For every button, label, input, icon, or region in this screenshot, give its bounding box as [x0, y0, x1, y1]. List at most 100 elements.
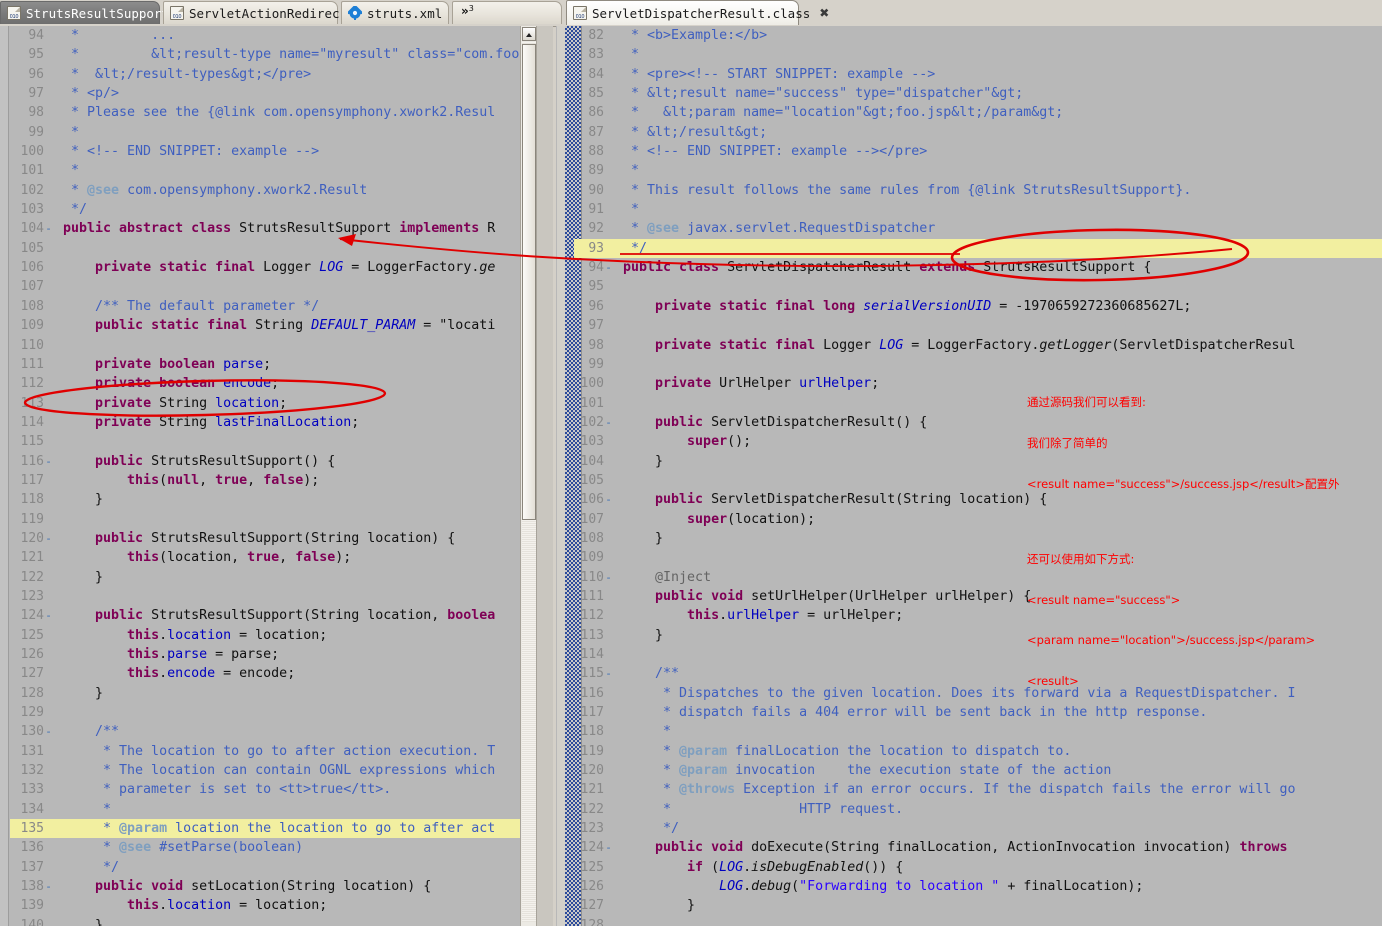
fold-collapse-icon[interactable]: -: [604, 838, 613, 857]
code-line[interactable]: 123 */: [574, 819, 1382, 838]
code-line[interactable]: 89 *: [574, 161, 1382, 180]
left-vertical-scrollbar[interactable]: [520, 26, 537, 926]
tab-overflow-chevron[interactable]: » 3: [452, 1, 562, 24]
code-line[interactable]: 91 *: [574, 200, 1382, 219]
code-line[interactable]: 106 private static final Logger LOG = Lo…: [10, 258, 553, 277]
code-line[interactable]: 132 * The location can contain OGNL expr…: [10, 761, 553, 780]
code-line[interactable]: 124- public void doExecute(String finalL…: [574, 838, 1382, 857]
fold-collapse-icon[interactable]: -: [604, 490, 613, 509]
code-line[interactable]: 120 * @param invocation the execution st…: [574, 761, 1382, 780]
code-line[interactable]: 101 *: [10, 161, 553, 180]
code-line[interactable]: 97: [574, 316, 1382, 335]
code-line[interactable]: 82 * <b>Example:</b>: [574, 26, 1382, 45]
code-line[interactable]: 130- /**: [10, 722, 553, 741]
code-line[interactable]: 126 this.parse = parse;: [10, 645, 553, 664]
code-line[interactable]: 120- public StrutsResultSupport(String l…: [10, 529, 553, 548]
code-line[interactable]: 116- public StrutsResultSupport() {: [10, 452, 553, 471]
code-line[interactable]: 97 * <p/>: [10, 84, 553, 103]
tab-servlet-dispatcher-result-class[interactable]: ServletDispatcherResult.class ✖: [566, 0, 829, 25]
code-line[interactable]: 86 * &lt;param name="location"&gt;foo.js…: [574, 103, 1382, 122]
code-line[interactable]: 85 * &lt;result name="success" type="dis…: [574, 84, 1382, 103]
code-line[interactable]: 105: [10, 239, 553, 258]
code-line[interactable]: 96 * &lt;/result-types&gt;</pre>: [10, 65, 553, 84]
code-token: ,: [199, 472, 216, 488]
code-line[interactable]: 122 }: [10, 568, 553, 587]
code-line[interactable]: 108 /** The default parameter */: [10, 297, 553, 316]
code-line[interactable]: 119 * @param finalLocation the location …: [574, 742, 1382, 761]
code-line[interactable]: 110: [10, 336, 553, 355]
code-line[interactable]: 137 */: [10, 858, 553, 877]
code-line[interactable]: 115: [10, 432, 553, 451]
left-overview-ruler[interactable]: [536, 26, 553, 926]
fold-collapse-icon[interactable]: -: [604, 413, 613, 432]
code-line[interactable]: 127 this.encode = encode;: [10, 664, 553, 683]
code-line[interactable]: 109 public static final String DEFAULT_P…: [10, 316, 553, 335]
code-line[interactable]: 100 * <!-- END SNIPPET: example -->: [10, 142, 553, 161]
code-line[interactable]: 138- public void setLocation(String loca…: [10, 877, 553, 896]
code-line[interactable]: 87 * &lt;/result&gt;: [574, 123, 1382, 142]
code-line[interactable]: 107: [10, 277, 553, 296]
code-line[interactable]: 98 * Please see the {@link com.opensymph…: [10, 103, 553, 122]
code-line[interactable]: 133 * parameter is set to <tt>true</tt>.: [10, 780, 553, 799]
code-line[interactable]: 117 this(null, true, false);: [10, 471, 553, 490]
tab-struts-result-support[interactable]: StrutsResultSupport ✖: [0, 1, 188, 24]
code-line[interactable]: 140 }: [10, 916, 553, 926]
fold-collapse-icon[interactable]: -: [604, 258, 613, 277]
close-icon[interactable]: ✖: [819, 7, 829, 19]
code-line[interactable]: 118 }: [10, 490, 553, 509]
code-line[interactable]: 90 * This result follows the same rules …: [574, 181, 1382, 200]
fold-collapse-icon[interactable]: -: [44, 529, 53, 548]
code-line[interactable]: 95: [574, 277, 1382, 296]
code-line[interactable]: 103 */: [10, 200, 553, 219]
code-line[interactable]: 125 if (LOG.isDebugEnabled()) {: [574, 858, 1382, 877]
code-line[interactable]: 125 this.location = location;: [10, 626, 553, 645]
code-line[interactable]: 111 private boolean parse;: [10, 355, 553, 374]
code-line[interactable]: 83 *: [574, 45, 1382, 64]
code-line[interactable]: 129: [10, 703, 553, 722]
code-line[interactable]: 113 private String location;: [10, 394, 553, 413]
scroll-thumb[interactable]: [522, 44, 536, 520]
code-line[interactable]: 139 this.location = location;: [10, 896, 553, 915]
code-line[interactable]: 128: [574, 916, 1382, 926]
code-line[interactable]: 93 */: [574, 238, 1382, 259]
code-line[interactable]: 119: [10, 510, 553, 529]
code-line[interactable]: 102 * @see com.opensymphony.xwork2.Resul…: [10, 181, 553, 200]
code-line[interactable]: 136 * @see #setParse(boolean): [10, 838, 553, 857]
code-line[interactable]: 121 * @throws Exception if an error occu…: [574, 780, 1382, 799]
code-line[interactable]: 99 *: [10, 123, 553, 142]
code-line[interactable]: 95 * &lt;result-type name="myresult" cla…: [10, 45, 553, 64]
code-line[interactable]: 104- public abstract class StrutsResultSu…: [10, 219, 553, 238]
code-line[interactable]: 123: [10, 587, 553, 606]
fold-collapse-icon[interactable]: -: [604, 568, 613, 587]
code-line[interactable]: 126 LOG.debug("Forwarding to location " …: [574, 877, 1382, 896]
code-line[interactable]: 124- public StrutsResultSupport(String l…: [10, 606, 553, 625]
code-line[interactable]: 112 private boolean encode;: [10, 374, 553, 393]
code-line[interactable]: 84 * <pre><!-- START SNIPPET: example --…: [574, 65, 1382, 84]
code-line[interactable]: 94- public class ServletDispatcherResult …: [574, 258, 1382, 277]
fold-collapse-icon[interactable]: -: [604, 664, 613, 683]
fold-collapse-icon[interactable]: -: [44, 452, 53, 471]
code-line[interactable]: 88 * <!-- END SNIPPET: example --></pre>: [574, 142, 1382, 161]
code-line[interactable]: 114 private String lastFinalLocation;: [10, 413, 553, 432]
code-line[interactable]: 127 }: [574, 896, 1382, 915]
tab-struts-xml[interactable]: struts.xml: [341, 1, 449, 24]
fold-collapse-icon[interactable]: -: [44, 722, 53, 741]
code-line[interactable]: 131 * The location to go to after action…: [10, 742, 553, 761]
code-line[interactable]: 94 * ...: [10, 26, 553, 45]
code-line[interactable]: 128 }: [10, 684, 553, 703]
fold-collapse-icon[interactable]: -: [44, 877, 53, 896]
code-line[interactable]: 121 this(location, true, false);: [10, 548, 553, 567]
left-editor-pane[interactable]: 94 * ... 95 * &lt;result-type name="myres…: [0, 26, 553, 926]
scroll-up-arrow-icon[interactable]: [522, 27, 536, 41]
tab-servlet-action-redirect[interactable]: ServletActionRedirec: [163, 1, 340, 24]
fold-collapse-icon[interactable]: -: [44, 219, 53, 238]
code-line[interactable]: 122 * HTTP request.: [574, 800, 1382, 819]
fold-collapse-icon[interactable]: -: [44, 606, 53, 625]
code-line[interactable]: 96 private static final long serialVersi…: [574, 297, 1382, 316]
code-line[interactable]: 98 private static final Logger LOG = Log…: [574, 336, 1382, 355]
left-code-area[interactable]: 94 * ... 95 * &lt;result-type name="myres…: [0, 26, 553, 926]
code-line[interactable]: 134 *: [10, 800, 553, 819]
code-line[interactable]: 92 * @see javax.servlet.RequestDispatche…: [574, 219, 1382, 238]
code-line[interactable]: 118 *: [574, 722, 1382, 741]
code-line[interactable]: 135 * @param location the location to go…: [10, 819, 553, 839]
